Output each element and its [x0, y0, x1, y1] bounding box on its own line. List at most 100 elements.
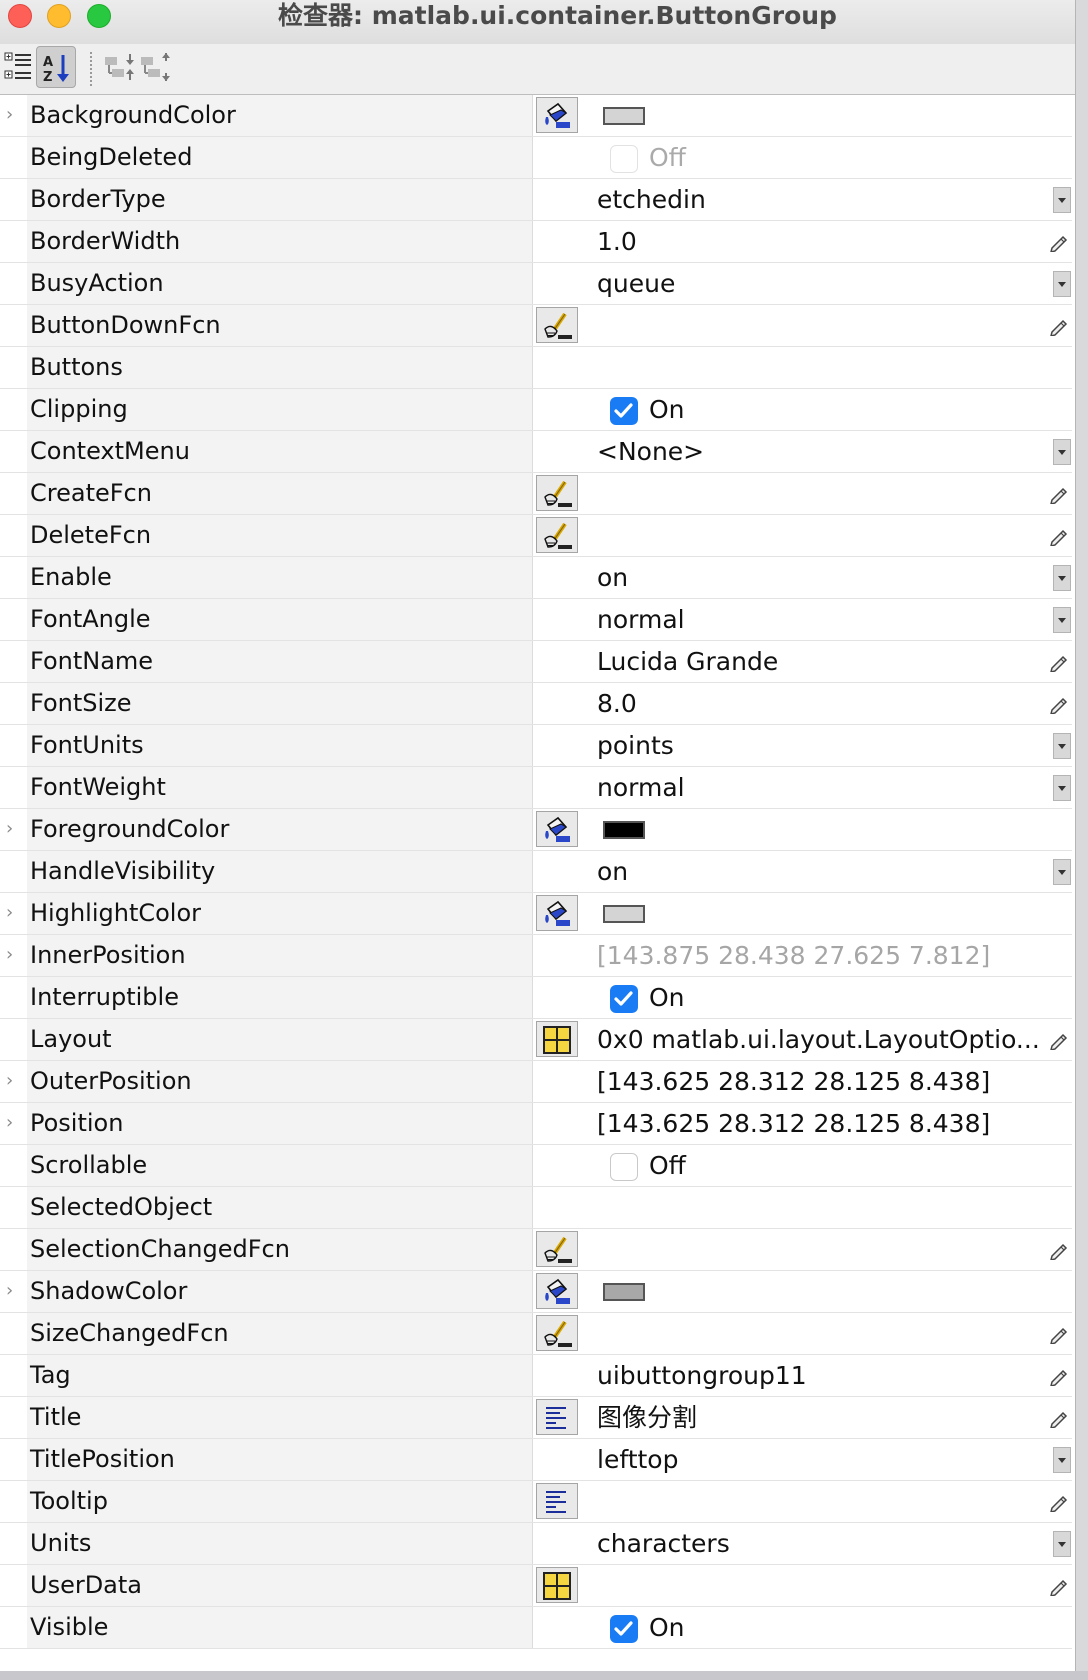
property-value-cell[interactable]: [534, 1271, 1072, 1312]
property-value-cell[interactable]: on: [534, 851, 1072, 892]
pencil-edit-icon[interactable]: [1049, 1240, 1069, 1260]
color-swatch[interactable]: [603, 905, 645, 923]
pencil-edit-icon[interactable]: [1049, 694, 1069, 714]
property-value-cell[interactable]: queue: [534, 263, 1072, 304]
property-value[interactable]: points: [597, 725, 674, 766]
callback-editor-button[interactable]: [536, 307, 578, 343]
dropdown-arrow-button[interactable]: [1053, 565, 1071, 591]
property-value[interactable]: normal: [597, 767, 685, 808]
property-row-tooltip[interactable]: Tooltip: [0, 1481, 1072, 1523]
text-editor-button[interactable]: [536, 1399, 578, 1435]
dropdown-arrow-button[interactable]: [1053, 1531, 1071, 1557]
property-value-cell[interactable]: On: [534, 977, 1072, 1018]
color-picker-button[interactable]: [536, 811, 578, 847]
property-value-cell[interactable]: lefttop: [534, 1439, 1072, 1480]
property-value[interactable]: 0x0 matlab.ui.layout.LayoutOptio...: [597, 1019, 1040, 1060]
property-row-title[interactable]: Title 图像分割: [0, 1397, 1072, 1439]
property-value-cell[interactable]: [534, 95, 1072, 136]
property-row-busy-action[interactable]: BusyAction queue: [0, 263, 1072, 305]
property-value-cell[interactable]: 0x0 matlab.ui.layout.LayoutOptio...: [534, 1019, 1072, 1060]
categorized-view-button[interactable]: [0, 46, 40, 88]
property-row-selection-changed-fcn[interactable]: SelectionChangedFcn: [0, 1229, 1072, 1271]
property-row-selected-object[interactable]: SelectedObject: [0, 1187, 1072, 1229]
property-value-cell[interactable]: etchedin: [534, 179, 1072, 220]
property-value[interactable]: on: [597, 851, 628, 892]
property-value-cell[interactable]: <None>: [534, 431, 1072, 472]
title-bar[interactable]: 检查器: matlab.ui.container.ButtonGroup: [0, 0, 1075, 45]
pencil-edit-icon[interactable]: [1049, 316, 1069, 336]
property-row-button-down-fcn[interactable]: ButtonDownFcn: [0, 305, 1072, 347]
property-value-cell[interactable]: [534, 1313, 1072, 1354]
property-value-cell[interactable]: on: [534, 557, 1072, 598]
property-value[interactable]: lefttop: [597, 1439, 678, 1480]
property-value-cell[interactable]: [534, 809, 1072, 850]
property-row-delete-fcn[interactable]: DeleteFcn: [0, 515, 1072, 557]
property-value-cell[interactable]: 图像分割: [534, 1397, 1072, 1438]
property-value[interactable]: characters: [597, 1523, 730, 1564]
property-row-layout[interactable]: Layout 0x0 matlab.ui.layout.LayoutOptio..…: [0, 1019, 1072, 1061]
pencil-edit-icon[interactable]: [1049, 1492, 1069, 1512]
property-row-font-size[interactable]: FontSize 8.0: [0, 683, 1072, 725]
color-picker-button[interactable]: [536, 1273, 578, 1309]
property-value-cell[interactable]: points: [534, 725, 1072, 766]
property-row-units[interactable]: Units characters: [0, 1523, 1072, 1565]
expand-chevron-icon[interactable]: ›: [6, 1113, 20, 1133]
property-row-border-width[interactable]: BorderWidth 1.0: [0, 221, 1072, 263]
property-value-cell[interactable]: [143.625 28.312 28.125 8.438]: [534, 1103, 1072, 1144]
pencil-edit-icon[interactable]: [1049, 526, 1069, 546]
collapse-all-button[interactable]: [136, 46, 176, 88]
dropdown-arrow-button[interactable]: [1053, 607, 1071, 633]
property-row-user-data[interactable]: UserData: [0, 1565, 1072, 1607]
pencil-edit-icon[interactable]: [1049, 1408, 1069, 1428]
pencil-edit-icon[interactable]: [1049, 232, 1069, 252]
dropdown-arrow-button[interactable]: [1053, 733, 1071, 759]
table-editor-button[interactable]: [536, 1021, 578, 1057]
property-row-buttons[interactable]: Buttons: [0, 347, 1072, 389]
property-value-cell[interactable]: [143.625 28.312 28.125 8.438]: [534, 1061, 1072, 1102]
property-row-font-weight[interactable]: FontWeight normal: [0, 767, 1072, 809]
expand-chevron-icon[interactable]: ›: [6, 945, 20, 965]
property-row-border-type[interactable]: BorderType etchedin: [0, 179, 1072, 221]
checkbox[interactable]: [610, 1615, 638, 1643]
property-value[interactable]: <None>: [597, 431, 704, 472]
property-value-cell[interactable]: [534, 515, 1072, 556]
expand-all-button[interactable]: [100, 46, 140, 88]
property-value-cell[interactable]: [534, 1481, 1072, 1522]
property-row-font-angle[interactable]: FontAngle normal: [0, 599, 1072, 641]
property-value-cell[interactable]: characters: [534, 1523, 1072, 1564]
property-row-shadow-color[interactable]: › ShadowColor: [0, 1271, 1072, 1313]
dropdown-arrow-button[interactable]: [1053, 439, 1071, 465]
property-value-cell[interactable]: 8.0: [534, 683, 1072, 724]
property-value[interactable]: 1.0: [597, 221, 637, 262]
color-picker-button[interactable]: [536, 895, 578, 931]
color-swatch[interactable]: [603, 1283, 645, 1301]
pencil-edit-icon[interactable]: [1049, 1030, 1069, 1050]
callback-editor-button[interactable]: [536, 1315, 578, 1351]
property-value[interactable]: queue: [597, 263, 675, 304]
property-row-font-name[interactable]: FontName Lucida Grande: [0, 641, 1072, 683]
property-value-cell[interactable]: normal: [534, 599, 1072, 640]
property-row-foreground-color[interactable]: › ForegroundColor: [0, 809, 1072, 851]
property-value-cell[interactable]: On: [534, 1607, 1072, 1648]
property-row-outer-position[interactable]: › OuterPosition [143.625 28.312 28.125 8.4…: [0, 1061, 1072, 1103]
dropdown-arrow-button[interactable]: [1053, 187, 1071, 213]
property-row-scrollable[interactable]: Scrollable Off: [0, 1145, 1072, 1187]
property-value[interactable]: etchedin: [597, 179, 706, 220]
color-picker-button[interactable]: [536, 97, 578, 133]
property-value-cell[interactable]: Off: [534, 1145, 1072, 1186]
checkbox[interactable]: [610, 1153, 638, 1181]
property-value-cell[interactable]: [534, 473, 1072, 514]
property-row-create-fcn[interactable]: CreateFcn: [0, 473, 1072, 515]
property-value-cell[interactable]: [534, 1565, 1072, 1606]
property-value-cell[interactable]: [534, 1187, 1072, 1228]
dropdown-arrow-button[interactable]: [1053, 1447, 1071, 1473]
callback-editor-button[interactable]: [536, 475, 578, 511]
property-row-enable[interactable]: Enable on: [0, 557, 1072, 599]
property-value-cell[interactable]: [534, 347, 1072, 388]
property-value[interactable]: Lucida Grande: [597, 641, 778, 682]
property-value-cell[interactable]: On: [534, 389, 1072, 430]
property-value[interactable]: 8.0: [597, 683, 637, 724]
dropdown-arrow-button[interactable]: [1053, 775, 1071, 801]
property-row-visible[interactable]: Visible On: [0, 1607, 1072, 1649]
pencil-edit-icon[interactable]: [1049, 1324, 1069, 1344]
